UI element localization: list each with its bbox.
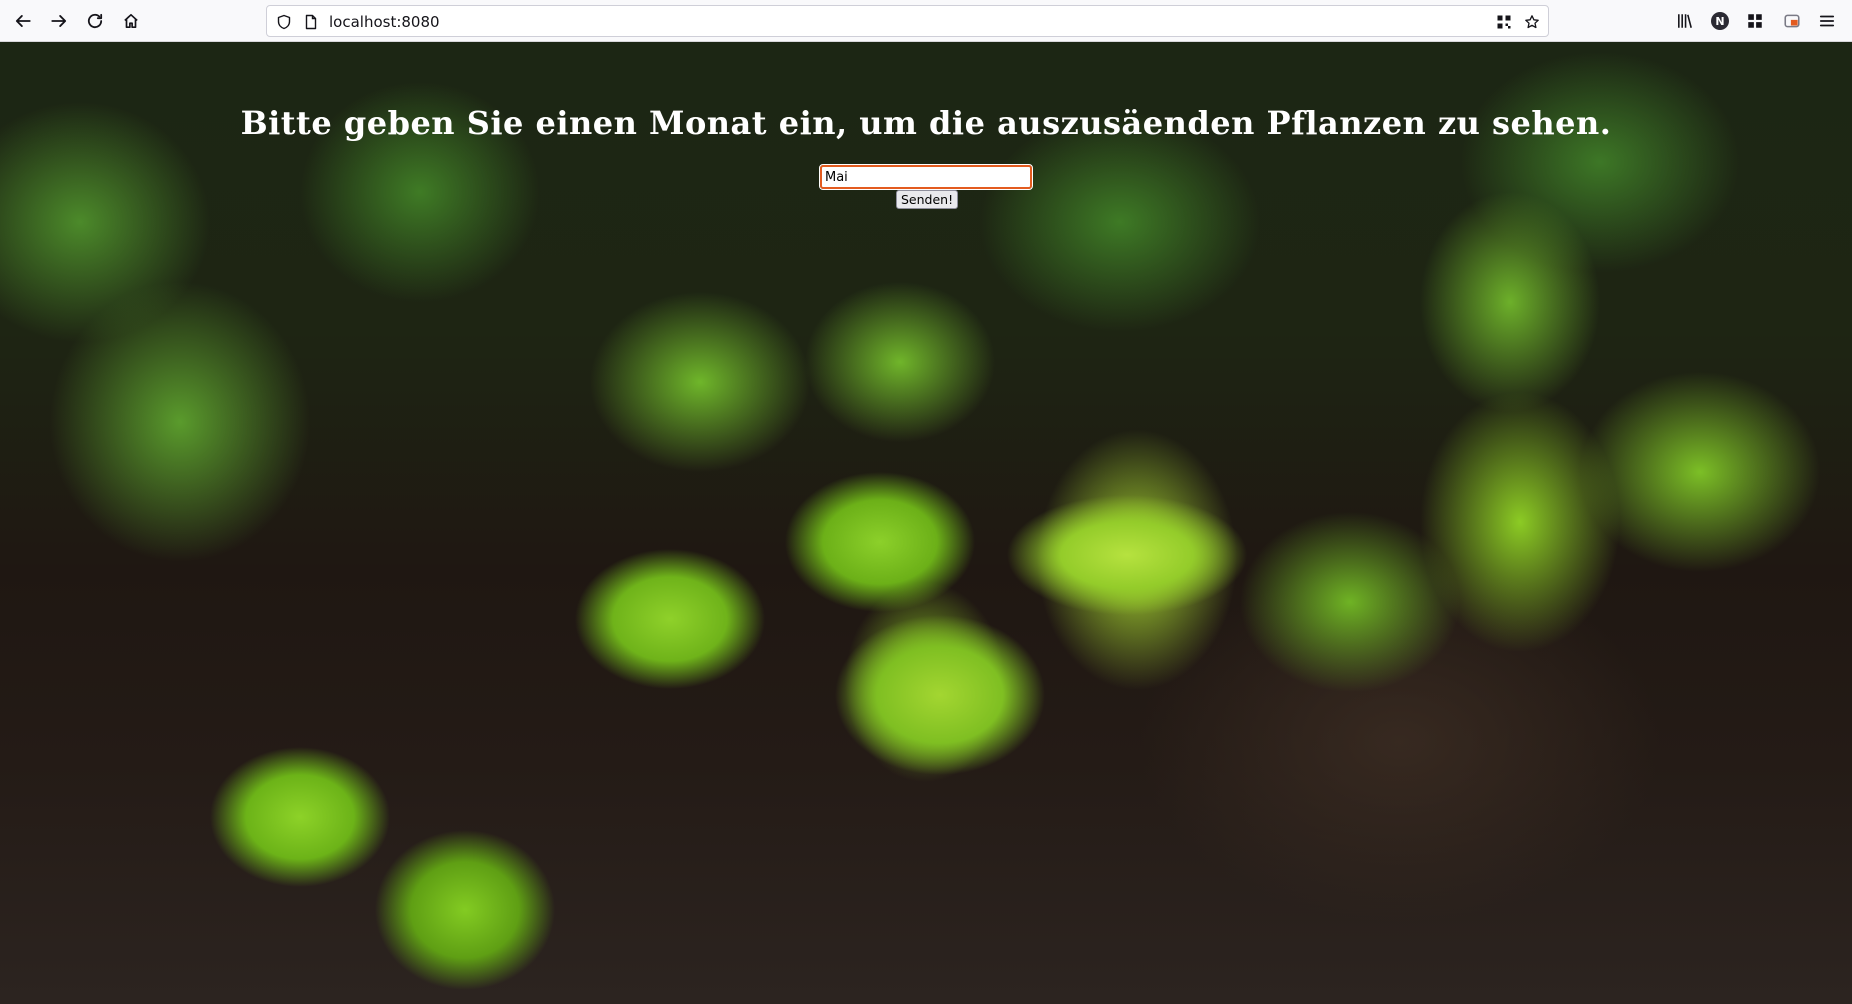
home-button[interactable] (117, 8, 145, 34)
library-button[interactable] (1672, 8, 1698, 34)
home-icon (124, 13, 138, 29)
menu-button[interactable] (1814, 8, 1840, 34)
month-input[interactable] (819, 164, 1033, 190)
screenshot-icon (1784, 14, 1800, 28)
reload-icon (87, 13, 103, 29)
screenshot-button[interactable] (1779, 8, 1805, 34)
arrow-right-icon (51, 15, 67, 27)
account-avatar[interactable]: N (1711, 12, 1729, 30)
address-bar[interactable]: localhost:8080 (266, 5, 1549, 37)
page-heading: Bitte geben Sie einen Monat ein, um die … (240, 104, 1612, 142)
extensions-icon (1748, 14, 1762, 28)
submit-button[interactable]: Senden! (896, 190, 959, 209)
reload-button[interactable] (81, 8, 109, 34)
arrow-left-icon (15, 15, 31, 27)
back-button[interactable] (9, 8, 37, 34)
page-viewport: Bitte geben Sie einen Monat ein, um die … (0, 42, 1852, 1004)
qr-code-icon[interactable] (1495, 13, 1513, 31)
extensions-button[interactable] (1742, 8, 1768, 34)
page-icon[interactable] (302, 13, 320, 31)
url-text[interactable]: localhost:8080 (329, 13, 440, 31)
library-icon (1678, 14, 1692, 28)
forward-button[interactable] (45, 8, 73, 34)
shield-icon[interactable] (275, 13, 293, 31)
browser-toolbar: localhost:8080 N (0, 0, 1852, 42)
star-icon[interactable] (1523, 13, 1541, 31)
hamburger-menu-icon (1819, 15, 1835, 27)
